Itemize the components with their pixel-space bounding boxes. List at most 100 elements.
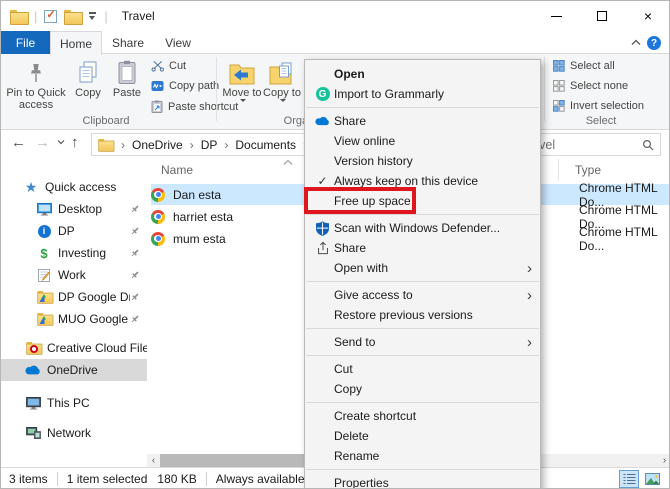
tab-view[interactable]: View xyxy=(154,31,202,54)
sidebar-item-dp-google-drive[interactable]: DP Google Drive xyxy=(1,286,147,308)
menu-item-send-to[interactable]: Send to › xyxy=(305,332,540,352)
menu-item-free-up-space[interactable]: Free up space xyxy=(304,187,540,214)
sidebar-item-work[interactable]: Work xyxy=(1,264,147,286)
move-to-button[interactable]: Move to xyxy=(222,57,262,102)
creative-cloud-folder-icon xyxy=(24,341,42,355)
help-icon[interactable]: ? xyxy=(647,36,661,50)
menu-item-give-access-to[interactable]: Give access to › xyxy=(305,285,540,305)
collapse-ribbon-icon[interactable] xyxy=(631,39,641,46)
customize-toolbar-caret-icon[interactable] xyxy=(88,12,97,20)
menu-item-share[interactable]: Share xyxy=(305,238,540,258)
tab-share[interactable]: Share xyxy=(102,31,154,54)
new-folder-icon[interactable] xyxy=(64,9,84,25)
paste-button[interactable]: Paste xyxy=(107,57,147,99)
grammarly-icon: G xyxy=(315,87,330,101)
status-separator xyxy=(205,472,207,486)
menu-separator xyxy=(306,355,539,356)
sidebar-item-network[interactable]: Network xyxy=(1,422,147,444)
scroll-right-arrow-icon[interactable]: › xyxy=(658,454,669,467)
properties-checkbox-icon[interactable] xyxy=(44,8,58,23)
status-separator xyxy=(56,472,58,486)
sort-ascending-icon xyxy=(283,159,293,165)
menu-item-open-with[interactable]: Open with › xyxy=(305,258,540,278)
sidebar-item-onedrive[interactable]: OneDrive xyxy=(1,359,147,381)
menu-item-open[interactable]: Open xyxy=(305,64,540,84)
menu-item-view-online[interactable]: View online xyxy=(305,131,540,151)
sidebar-item-muo-google-drive[interactable]: MUO Google Dri xyxy=(1,308,147,330)
menu-item-properties[interactable]: Properties xyxy=(305,473,540,488)
crumb-separator: › xyxy=(189,137,194,152)
chrome-file-icon xyxy=(151,231,165,246)
details-view-button[interactable] xyxy=(619,470,639,488)
sidebar-item-dp[interactable]: i DP xyxy=(1,220,147,242)
copy-to-button[interactable]: Copy to xyxy=(262,57,302,102)
ribbon-button-label: Copy to xyxy=(263,87,301,99)
ribbon-button-label: Invert selection xyxy=(570,100,644,112)
menu-separator xyxy=(306,281,539,282)
tab-file[interactable]: File xyxy=(1,31,50,54)
menu-item-always-keep-on-device[interactable]: ✓ Always keep on this device xyxy=(305,171,540,191)
menu-item-rename[interactable]: Rename xyxy=(305,446,540,466)
search-icon xyxy=(642,139,654,150)
ribbon-button-label: Paste shortcut xyxy=(168,100,239,113)
sidebar-item-creative-cloud[interactable]: Creative Cloud Files xyxy=(1,337,147,359)
column-header-name[interactable]: Name xyxy=(161,163,193,177)
quick-access-toolbar: | | Travel xyxy=(1,8,155,25)
copy-icon xyxy=(77,57,99,85)
onedrive-cloud-icon xyxy=(315,116,329,126)
ribbon-tab-row: File Home Share View ? xyxy=(1,31,669,55)
select-none-button[interactable]: Select none xyxy=(553,80,628,92)
scroll-left-arrow-icon[interactable]: ‹ xyxy=(147,454,160,467)
pin-to-quick-access-button[interactable]: Pin to Quick access xyxy=(5,57,67,111)
select-all-icon xyxy=(553,60,565,72)
sidebar-item-this-pc[interactable]: This PC xyxy=(1,392,147,414)
group-separator xyxy=(216,57,217,121)
pin-icon xyxy=(27,57,45,85)
google-drive-folder-icon xyxy=(35,312,53,326)
menu-item-create-shortcut[interactable]: Create shortcut xyxy=(305,406,540,426)
crumb-onedrive[interactable]: OneDrive xyxy=(132,138,183,152)
sidebar-item-investing[interactable]: $ Investing xyxy=(1,242,147,264)
menu-item-delete[interactable]: Delete xyxy=(305,426,540,446)
column-header-type[interactable]: Type xyxy=(575,163,601,177)
back-button[interactable]: ← xyxy=(11,134,26,151)
ribbon-button-label: Pin to Quick access xyxy=(6,87,66,111)
menu-item-scan-with-defender[interactable]: Scan with Windows Defender... xyxy=(305,218,540,238)
submenu-chevron-icon: › xyxy=(527,259,532,277)
recent-locations-caret-icon[interactable] xyxy=(57,139,65,145)
select-none-icon xyxy=(553,80,565,92)
menu-item-restore-previous-versions[interactable]: Restore previous versions xyxy=(305,305,540,325)
menu-item-copy[interactable]: Copy xyxy=(305,379,540,399)
menu-item-share-onedrive[interactable]: Share xyxy=(305,111,540,131)
menu-item-import-to-grammarly[interactable]: G Import to Grammarly xyxy=(305,84,540,104)
invert-selection-button[interactable]: Invert selection xyxy=(553,100,644,112)
up-button[interactable]: ↑ xyxy=(71,134,79,151)
minimize-button[interactable] xyxy=(533,1,579,31)
select-all-button[interactable]: Select all xyxy=(553,60,615,72)
thumbnails-view-button[interactable] xyxy=(642,470,662,488)
pin-icon xyxy=(131,205,139,213)
close-button[interactable]: × xyxy=(625,1,669,31)
crumb-separator: › xyxy=(121,137,125,152)
group-separator xyxy=(544,57,545,121)
sidebar-item-quick-access[interactable]: ★ Quick access xyxy=(1,176,147,198)
maximize-button[interactable] xyxy=(579,1,625,31)
crumb-dp[interactable]: DP xyxy=(201,138,218,152)
crumb-separator: › xyxy=(224,137,229,152)
forward-button[interactable]: → xyxy=(35,134,50,151)
column-divider[interactable] xyxy=(558,159,559,181)
crumb-documents[interactable]: Documents xyxy=(235,138,296,152)
selected-count: 1 item selected xyxy=(66,472,148,486)
menu-item-version-history[interactable]: Version history xyxy=(305,151,540,171)
copy-path-button[interactable]: Copy path xyxy=(151,80,219,92)
ribbon-button-label: Select all xyxy=(570,60,615,72)
item-count: 3 items xyxy=(9,472,48,486)
menu-item-cut[interactable]: Cut xyxy=(305,359,540,379)
cut-button[interactable]: Cut xyxy=(151,60,186,72)
tab-home[interactable]: Home xyxy=(50,31,102,55)
copy-button[interactable]: Copy xyxy=(69,57,107,99)
submenu-chevron-icon: › xyxy=(527,286,532,304)
submenu-chevron-icon: › xyxy=(527,333,532,351)
sidebar-item-desktop[interactable]: Desktop xyxy=(1,198,147,220)
paste-icon xyxy=(116,57,138,85)
